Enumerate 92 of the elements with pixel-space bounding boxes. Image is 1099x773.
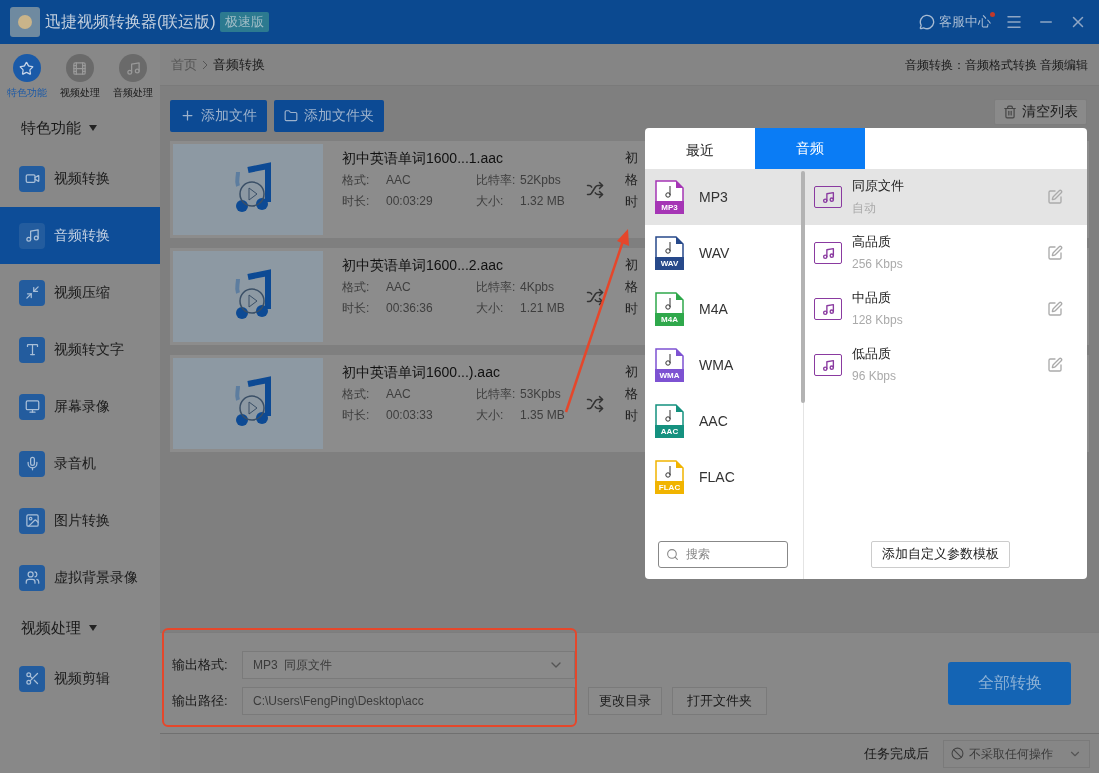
- preset-item[interactable]: 高品质 256 Kbps: [804, 225, 1087, 281]
- add-folder-button[interactable]: 添加文件夹: [274, 99, 384, 132]
- sidebar-item[interactable]: 虚拟背景录像: [0, 549, 160, 606]
- field-label: 大小:: [476, 300, 505, 317]
- format-select[interactable]: MP3 同原文件: [242, 651, 575, 679]
- bitrate-value: 4Kpbs: [520, 279, 556, 296]
- nav-tab[interactable]: 音频处理: [113, 54, 154, 100]
- field-label: 比特率:: [476, 279, 517, 296]
- size-value: 1.21 MB: [520, 300, 566, 317]
- field-label: 时长:: [342, 300, 371, 317]
- sidebar-item[interactable]: 音频转换: [0, 207, 160, 264]
- preset-item[interactable]: 中品质 128 Kbps: [804, 281, 1087, 337]
- sidebar-item[interactable]: 视频转换: [0, 150, 160, 207]
- add-file-button[interactable]: 添加文件: [170, 99, 267, 132]
- format-badge-text: FLAC: [657, 482, 682, 493]
- output-text: 初: [625, 256, 639, 274]
- file-name: 初中英语单词1600...1.aac: [342, 149, 505, 168]
- field-label: 比特率:: [476, 172, 517, 189]
- preset-title: 同原文件: [852, 177, 904, 195]
- popup-tab[interactable]: 音频: [755, 128, 865, 169]
- format-value: AAC: [386, 172, 412, 189]
- duration-value: 00:03:29: [386, 193, 434, 210]
- preset-title: 低品质: [852, 345, 892, 363]
- field-label: 时长:: [342, 193, 371, 210]
- field-label: 格式:: [342, 279, 371, 296]
- output-text: 初: [625, 363, 639, 381]
- format-item[interactable]: FLAC FLAC: [645, 449, 803, 505]
- size-value: 1.32 MB: [520, 193, 566, 210]
- breadcrumb-item: 音频转换: [213, 55, 265, 74]
- file-name: 初中英语单词1600...2.aac: [342, 256, 505, 275]
- field-label: 输出格式:: [172, 656, 229, 675]
- bitrate-value: 53Kpbs: [520, 386, 562, 403]
- edition-badge: 极速版: [219, 12, 269, 32]
- preset-detail: 96 Kbps: [852, 368, 897, 385]
- open-folder-button[interactable]: 打开文件夹: [672, 687, 767, 715]
- file-name: 初中英语单词1600...).aac: [342, 363, 501, 382]
- format-value: AAC: [386, 386, 412, 403]
- bitrate-value: 52Kpbs: [520, 172, 562, 189]
- preset-detail: 256 Kbps: [852, 256, 903, 273]
- format-value: AAC: [386, 279, 412, 296]
- output-text: 时: [625, 407, 639, 425]
- field-label: 大小:: [476, 407, 505, 424]
- field-label: 格式:: [342, 172, 371, 189]
- sidebar-item[interactable]: 图片转换: [0, 492, 160, 549]
- field-label: 比特率:: [476, 386, 517, 403]
- sidebar-item[interactable]: 视频转文字: [0, 321, 160, 378]
- format-badge-text: AAC: [659, 426, 680, 437]
- format-badge-text: WMA: [658, 370, 681, 381]
- after-task-select[interactable]: 不采取任何操作: [943, 739, 1090, 768]
- change-directory-button[interactable]: 更改目录: [588, 687, 662, 715]
- output-text: 初: [625, 149, 639, 167]
- convert-all-button[interactable]: 全部转换: [948, 661, 1071, 705]
- format-item[interactable]: WMA WMA: [645, 337, 803, 393]
- duration-value: 00:36:36: [386, 300, 434, 317]
- format-badge-text: M4A: [660, 314, 679, 325]
- preset-title: 高品质: [852, 233, 892, 251]
- sidebar-item[interactable]: 视频压缩: [0, 264, 160, 321]
- header-links[interactable]: 音频转换：音频格式转换 音频编辑: [904, 55, 1088, 74]
- output-text: 格: [625, 385, 639, 403]
- path-field[interactable]: C:\Users\FengPing\Desktop\acc: [242, 687, 575, 715]
- window-title: 迅捷视频转换器(联运版): [45, 12, 216, 32]
- sidebar-item[interactable]: 视频剪辑: [0, 650, 160, 707]
- format-item[interactable]: WAV WAV: [645, 225, 803, 281]
- size-value: 1.35 MB: [520, 407, 566, 424]
- status-label: 任务完成后: [864, 744, 929, 763]
- preset-detail: 128 Kbps: [852, 312, 903, 329]
- output-text: 时: [625, 193, 639, 211]
- preset-item[interactable]: 低品质 96 Kbps: [804, 337, 1087, 393]
- sidebar-item[interactable]: 录音机: [0, 435, 160, 492]
- format-item[interactable]: M4A M4A: [645, 281, 803, 337]
- search-field[interactable]: 搜索: [658, 540, 788, 568]
- add-template-button[interactable]: 添加自定义参数模板: [871, 540, 1010, 568]
- format-badge-text: WAV: [659, 258, 680, 269]
- format-badge-text: MP3: [660, 202, 679, 213]
- section-header[interactable]: 特色功能: [0, 106, 160, 150]
- preset-title: 中品质: [852, 289, 892, 307]
- field-label: 格式:: [342, 386, 371, 403]
- output-text: 格: [625, 171, 639, 189]
- format-item[interactable]: MP3 MP3: [645, 169, 803, 225]
- clear-list-button[interactable]: 清空列表: [994, 98, 1087, 125]
- format-item[interactable]: AAC AAC: [645, 393, 803, 449]
- support-link[interactable]: 客服中心: [919, 12, 991, 32]
- nav-tab[interactable]: 视频处理: [60, 54, 100, 100]
- sidebar-item[interactable]: 屏幕录像: [0, 378, 160, 435]
- field-label: 输出路径:: [172, 692, 229, 711]
- output-text: 格: [625, 278, 639, 296]
- section-header[interactable]: 视频处理: [0, 606, 160, 650]
- field-label: 大小:: [476, 193, 505, 210]
- duration-value: 00:03:33: [386, 407, 434, 424]
- output-text: 时: [625, 300, 639, 318]
- popup-tab[interactable]: 最近: [645, 128, 755, 169]
- field-label: 时长:: [342, 407, 371, 424]
